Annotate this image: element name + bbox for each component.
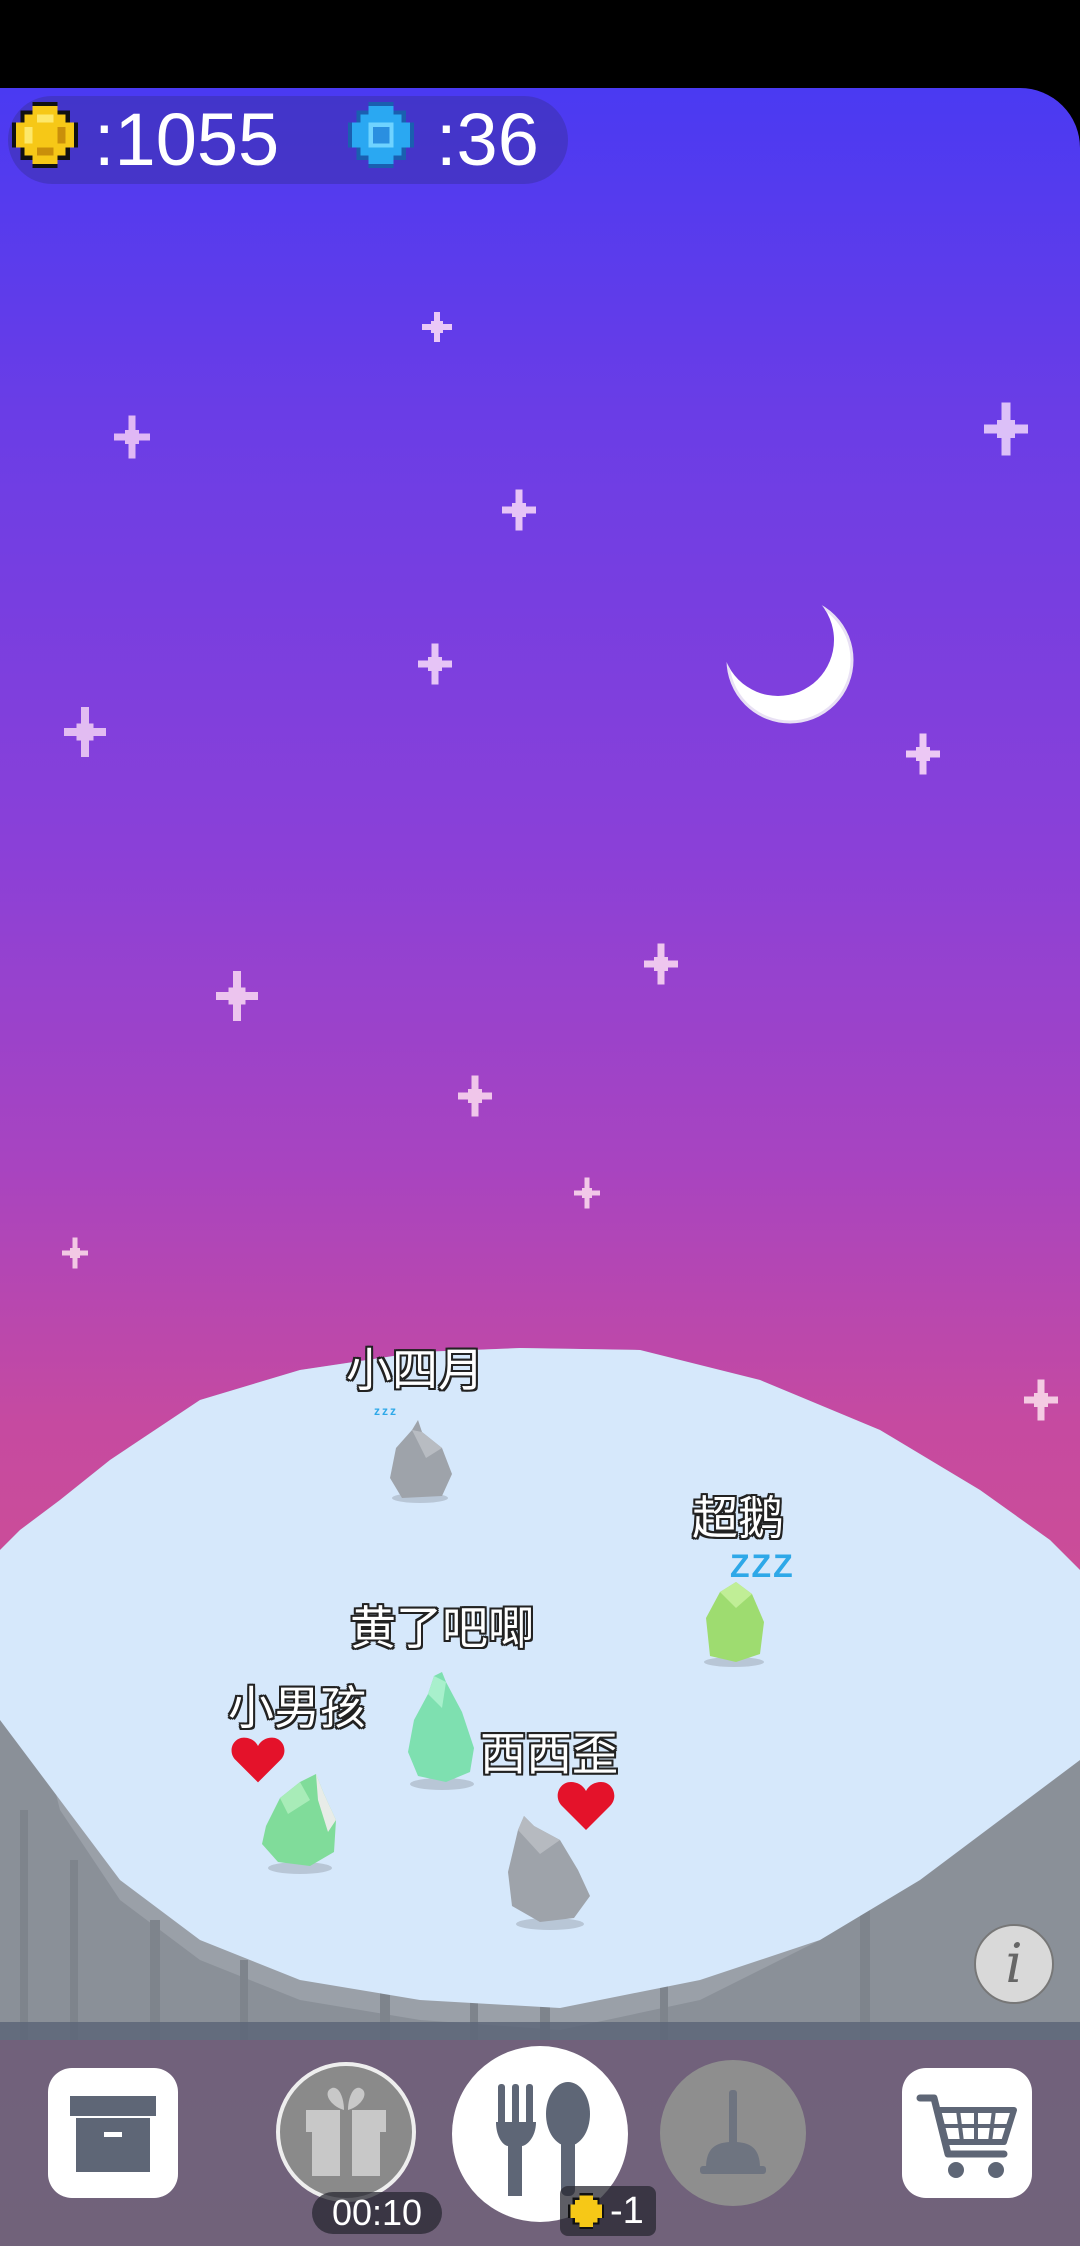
shop-button[interactable] [902,2068,1032,2198]
pet-gray-sleeping[interactable] [382,1418,456,1504]
star-icon [62,1237,88,1269]
pet-green-bird[interactable] [258,1770,342,1874]
ice-island [0,1348,1080,2040]
star-icon [502,489,536,531]
star-icon [574,1177,600,1209]
feed-cost-value: -1 [610,2190,644,2232]
shopping-cart-icon [916,2094,1017,2178]
storage-button[interactable] [48,2068,178,2198]
feed-cost: -1 [560,2186,656,2236]
gem-count: :36 [436,98,539,181]
gift-icon [306,2087,386,2176]
star-icon [216,970,258,1022]
star-icon [458,1075,492,1117]
gift-timer: 00:10 [312,2192,442,2234]
star-icon [114,415,150,459]
pet-mint-bird[interactable] [402,1672,480,1790]
pet-gray-bird[interactable] [504,1810,594,1930]
clean-button[interactable] [660,2060,806,2206]
gold-coin-icon [12,102,78,168]
gift-button[interactable] [276,2062,416,2202]
star-icon [984,402,1028,456]
star-icon [906,733,940,775]
star-icon [422,312,452,342]
pet-name-label: 超鹅 [692,1491,784,1545]
star-icon [64,706,106,758]
sleeping-indicator: zzz [374,1404,398,1418]
plunger-icon [700,2090,766,2174]
coin-count: :1055 [94,98,280,181]
pet-name-label: 小四月 [346,1343,484,1397]
pet-name-label: 黄了吧唧 [350,1601,534,1655]
blue-gem-icon [348,102,414,168]
star-icon [644,943,678,985]
gold-coin-icon [568,2193,604,2229]
archive-box-icon [70,2096,156,2172]
star-icon [418,643,452,685]
pet-name-label: 小男孩 [228,1681,366,1735]
status-bar [0,0,1080,90]
moon-icon [726,596,854,724]
pet-green-sleeping[interactable] [696,1578,770,1668]
pet-name-label: 西西歪 [480,1727,618,1781]
info-button[interactable]: i [974,1924,1054,2004]
